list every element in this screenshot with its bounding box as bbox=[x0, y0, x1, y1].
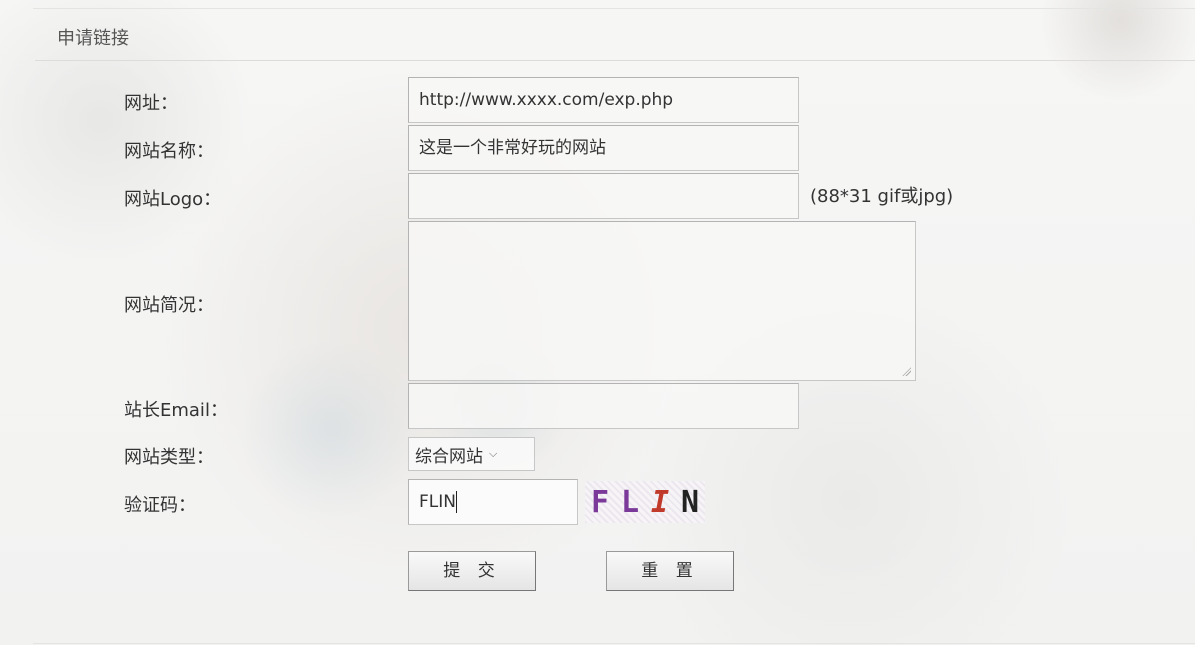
chevron-down-icon: ⌵ bbox=[489, 447, 498, 460]
captcha-label: 验证码： bbox=[124, 495, 196, 516]
email-field[interactable] bbox=[408, 383, 799, 429]
site-type-select[interactable]: 综合网站 ⌵ bbox=[408, 437, 535, 471]
url-label: 网址： bbox=[124, 93, 178, 114]
reset-button[interactable]: 重 置 bbox=[606, 551, 734, 591]
logo-label: 网站Logo： bbox=[124, 189, 222, 210]
text-caret bbox=[455, 491, 457, 513]
logo-size-hint: (88*31 gif或jpg) bbox=[810, 186, 954, 207]
logo-field[interactable] bbox=[408, 173, 799, 219]
site-type-selected: 综合网站 bbox=[415, 446, 483, 467]
captcha-char: F bbox=[590, 484, 610, 520]
section-title: 申请链接 bbox=[57, 28, 129, 49]
captcha-char: L bbox=[620, 484, 640, 520]
captcha-char: I bbox=[650, 484, 670, 520]
site-name-label: 网站名称： bbox=[124, 141, 214, 162]
captcha-image[interactable]: F L I N bbox=[585, 481, 705, 523]
description-textarea[interactable] bbox=[408, 221, 916, 381]
site-type-label: 网站类型： bbox=[124, 447, 214, 468]
resize-handle-icon[interactable] bbox=[901, 366, 911, 376]
submit-button[interactable]: 提 交 bbox=[408, 551, 536, 591]
captcha-value: FLIN bbox=[419, 492, 456, 512]
captcha-field[interactable]: FLIN bbox=[408, 479, 578, 525]
url-field[interactable]: http://www.xxxx.com/exp.php bbox=[408, 77, 799, 123]
captcha-char: N bbox=[680, 484, 700, 520]
description-label: 网站简况： bbox=[124, 295, 214, 316]
section-divider bbox=[35, 60, 1195, 61]
site-name-field[interactable]: 这是一个非常好玩的网站 bbox=[408, 125, 799, 171]
email-label: 站长Email： bbox=[124, 400, 228, 421]
